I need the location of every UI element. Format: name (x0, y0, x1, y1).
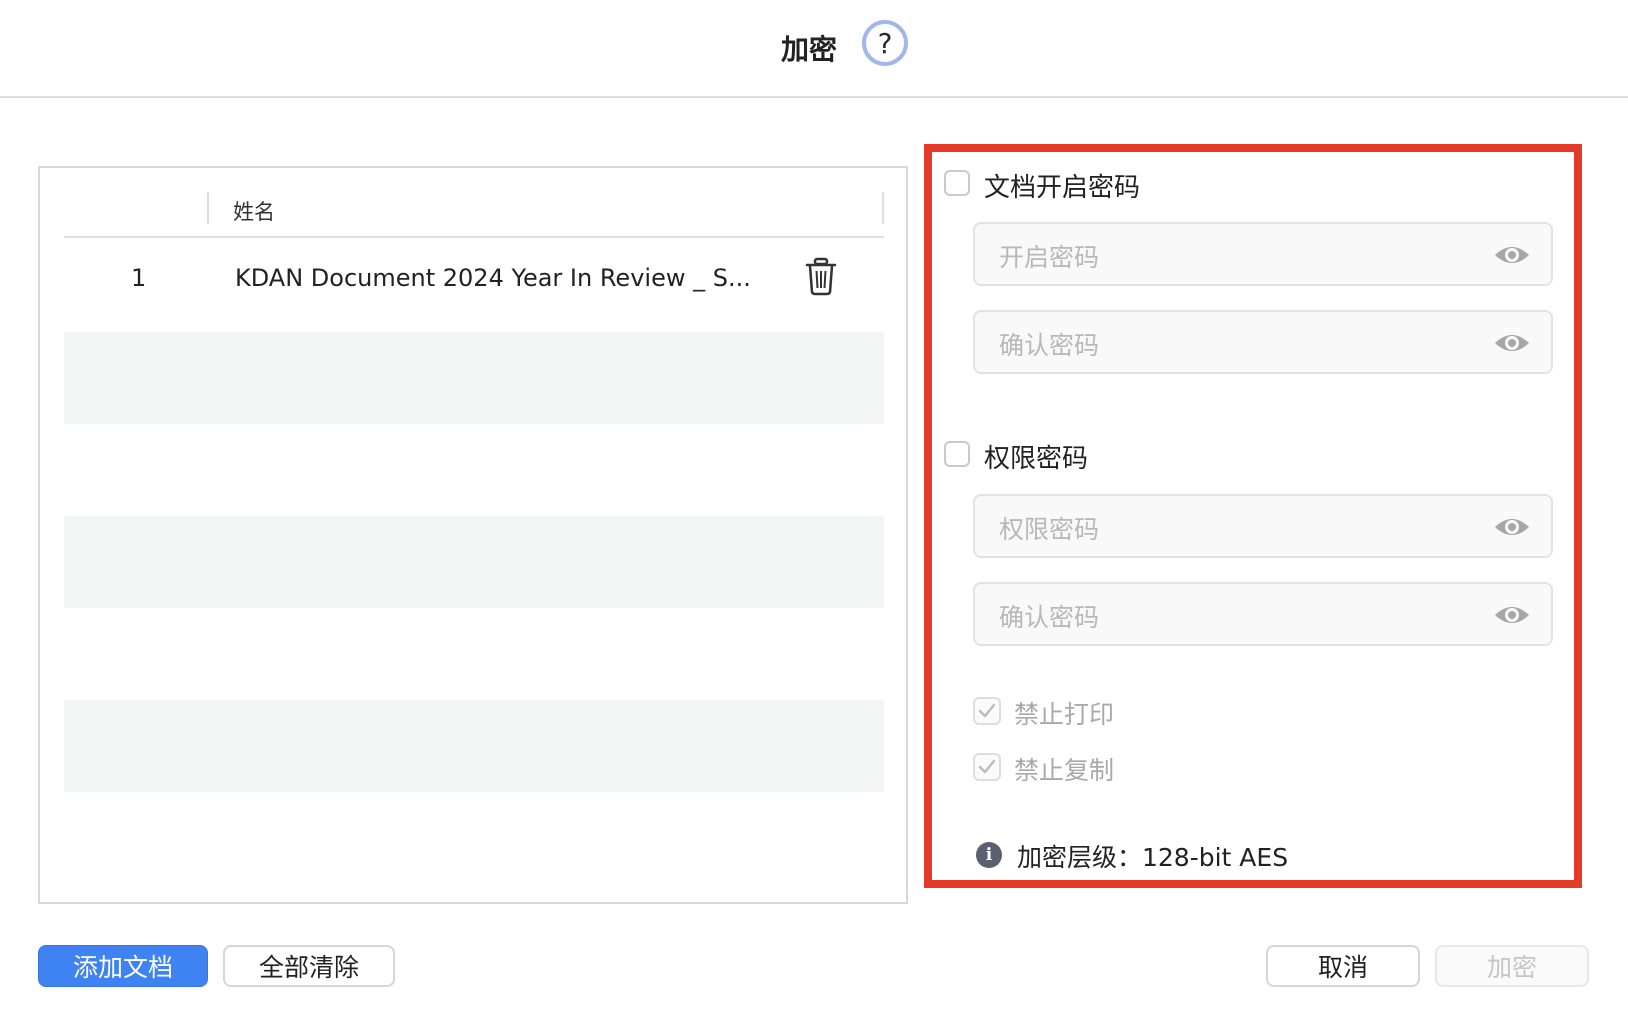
open-password-input[interactable]: 开启密码 (973, 222, 1553, 286)
list-item (64, 424, 884, 516)
trash-icon[interactable] (804, 256, 838, 296)
list-item (64, 608, 884, 700)
permission-password-placeholder: 权限密码 (999, 515, 1100, 544)
open-password-placeholder: 开启密码 (999, 243, 1100, 272)
eye-icon[interactable] (1493, 602, 1531, 628)
permission-password-confirm-input[interactable]: 确认密码 (973, 582, 1553, 646)
dialog-title: 加密 (781, 33, 838, 66)
eye-icon[interactable] (1493, 514, 1531, 540)
table-row[interactable]: 1 KDAN Document 2024 Year In Review _ S.… (64, 238, 884, 330)
checkmark-icon (978, 703, 996, 718)
list-item (64, 516, 884, 608)
open-password-checkbox[interactable] (944, 170, 970, 196)
dialog-titlebar: 加密 ? (0, 0, 1628, 98)
file-list-header: 姓名 (64, 192, 884, 238)
info-icon: i (976, 842, 1002, 868)
clear-all-button[interactable]: 全部清除 (223, 945, 395, 987)
permission-password-input[interactable]: 权限密码 (973, 494, 1553, 558)
open-password-label[interactable]: 文档开启密码 (984, 167, 1140, 204)
cancel-button[interactable]: 取消 (1266, 945, 1420, 987)
help-glyph: ? (877, 26, 893, 60)
column-header-name[interactable]: 姓名 (233, 196, 275, 226)
column-separator[interactable] (207, 192, 209, 224)
checkmark-icon (978, 759, 996, 774)
open-password-confirm-input[interactable]: 确认密码 (973, 310, 1553, 374)
column-separator[interactable] (882, 192, 884, 224)
permission-password-label[interactable]: 权限密码 (984, 438, 1088, 475)
permission-password-confirm-placeholder: 确认密码 (999, 603, 1100, 632)
file-list-panel: 姓名 1 KDAN Document 2024 Year In Review _… (38, 166, 908, 904)
row-index: 1 (131, 264, 147, 292)
question-icon[interactable]: ? (862, 20, 908, 66)
disable-print-label: 禁止打印 (1014, 700, 1115, 729)
eye-icon[interactable] (1493, 242, 1531, 268)
list-item (64, 332, 884, 424)
open-password-confirm-placeholder: 确认密码 (999, 331, 1100, 360)
add-document-button[interactable]: 添加文档 (38, 945, 208, 987)
eye-icon[interactable] (1493, 330, 1531, 356)
encryption-level-text: 加密层级：128-bit AES (1017, 843, 1289, 872)
permission-password-checkbox[interactable] (944, 441, 970, 467)
disable-copy-label: 禁止复制 (1014, 756, 1115, 785)
disable-print-checkbox[interactable] (973, 697, 1001, 725)
list-item (64, 700, 884, 792)
disable-copy-checkbox[interactable] (973, 753, 1001, 781)
row-file-name: KDAN Document 2024 Year In Review _ S... (235, 264, 751, 292)
encrypt-button[interactable]: 加密 (1435, 945, 1589, 987)
